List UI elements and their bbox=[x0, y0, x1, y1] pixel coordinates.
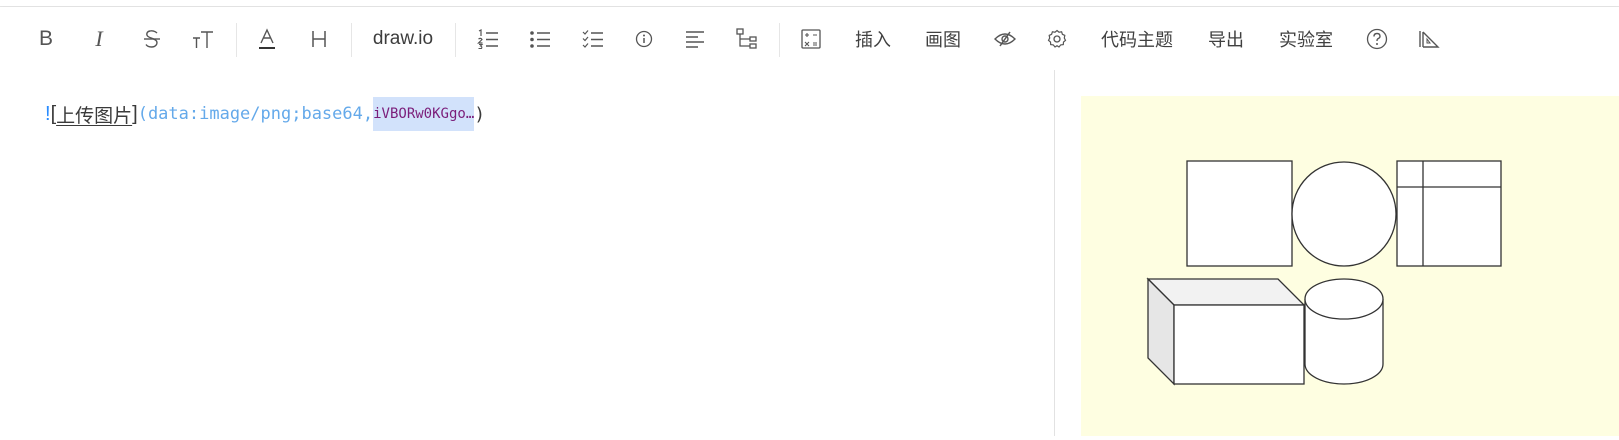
tree-button[interactable] bbox=[731, 7, 763, 70]
preview-pane bbox=[1055, 70, 1619, 436]
selected-base64-data[interactable]: iVBORw0KGgo… bbox=[373, 97, 475, 131]
settings-button[interactable] bbox=[1041, 7, 1073, 70]
checklist-icon bbox=[582, 29, 603, 48]
font-color-button[interactable] bbox=[251, 7, 283, 70]
toc-icon bbox=[1419, 30, 1440, 48]
image-alt-text: 上传图片 bbox=[56, 104, 133, 127]
code-theme-label: 代码主题 bbox=[1101, 29, 1173, 51]
settings-icon bbox=[1047, 29, 1067, 48]
close-paren: ) bbox=[474, 103, 486, 125]
italic-icon: I bbox=[95, 25, 103, 51]
strikethrough-icon bbox=[144, 29, 160, 48]
draw-label: 画图 bbox=[925, 29, 961, 51]
toolbar-separator bbox=[236, 23, 237, 57]
ordered-list-button[interactable] bbox=[472, 7, 504, 70]
export-menu[interactable]: 导出 bbox=[1199, 7, 1253, 70]
checklist-button[interactable] bbox=[577, 7, 609, 70]
preview-toggle-button[interactable] bbox=[989, 7, 1021, 70]
font-color-icon bbox=[259, 27, 275, 49]
header-icon bbox=[312, 30, 326, 47]
internal-storage-shape bbox=[1396, 160, 1502, 267]
toolbar-separator bbox=[351, 23, 352, 57]
align-button[interactable] bbox=[679, 7, 711, 70]
toolbar-separator bbox=[779, 23, 780, 57]
image-url-prefix: (data:image/png;base64, bbox=[137, 104, 374, 124]
unordered-list-icon bbox=[530, 30, 550, 48]
unordered-list-button[interactable] bbox=[524, 7, 556, 70]
export-label: 导出 bbox=[1208, 29, 1244, 51]
bold-button[interactable]: B bbox=[30, 7, 62, 70]
markdown-editor[interactable]: ! [ 上传图片 ] (data:image/png;base64, iVBOR… bbox=[0, 70, 1054, 436]
preview-toggle-icon bbox=[994, 31, 1016, 46]
ordered-list-icon bbox=[477, 28, 498, 49]
lab-label: 实验室 bbox=[1279, 29, 1333, 51]
bold-icon: B bbox=[38, 26, 53, 50]
help-icon bbox=[1366, 28, 1388, 49]
draw-menu[interactable]: 画图 bbox=[916, 7, 970, 70]
circle-shape bbox=[1291, 161, 1397, 267]
insert-label: 插入 bbox=[855, 29, 891, 51]
lab-menu[interactable]: 实验室 bbox=[1270, 7, 1342, 70]
insert-menu[interactable]: 插入 bbox=[846, 7, 900, 70]
header-button[interactable] bbox=[303, 7, 335, 70]
info-icon bbox=[635, 30, 653, 47]
drawio-label: draw.io bbox=[372, 27, 434, 49]
base64-snippet: iVBORw0KGgo… bbox=[373, 106, 475, 122]
square-shape bbox=[1186, 160, 1293, 267]
cube-shape bbox=[1146, 277, 1306, 386]
formula-icon bbox=[801, 28, 821, 49]
info-button[interactable] bbox=[628, 7, 660, 70]
strikethrough-button[interactable] bbox=[136, 7, 168, 70]
toolbar-separator bbox=[455, 23, 456, 57]
toolbar: B I draw.io 插入 画图 代码主题 导出 实验室 bbox=[0, 7, 1619, 70]
toc-button[interactable] bbox=[1413, 7, 1445, 70]
italic-button[interactable]: I bbox=[83, 7, 115, 70]
diagram-svg bbox=[1146, 160, 1502, 386]
tree-icon bbox=[736, 27, 757, 49]
code-theme-menu[interactable]: 代码主题 bbox=[1092, 7, 1182, 70]
font-size-button[interactable] bbox=[186, 7, 220, 70]
font-size-icon bbox=[193, 30, 213, 48]
cylinder-shape bbox=[1304, 278, 1384, 385]
drawio-button[interactable]: draw.io bbox=[366, 7, 440, 70]
align-icon bbox=[686, 30, 704, 48]
drawio-diagram-image[interactable] bbox=[1081, 96, 1619, 436]
editor-line[interactable]: ! [ 上传图片 ] (data:image/png;base64, iVBOR… bbox=[45, 97, 485, 131]
help-button[interactable] bbox=[1361, 7, 1393, 70]
formula-button[interactable] bbox=[795, 7, 827, 70]
